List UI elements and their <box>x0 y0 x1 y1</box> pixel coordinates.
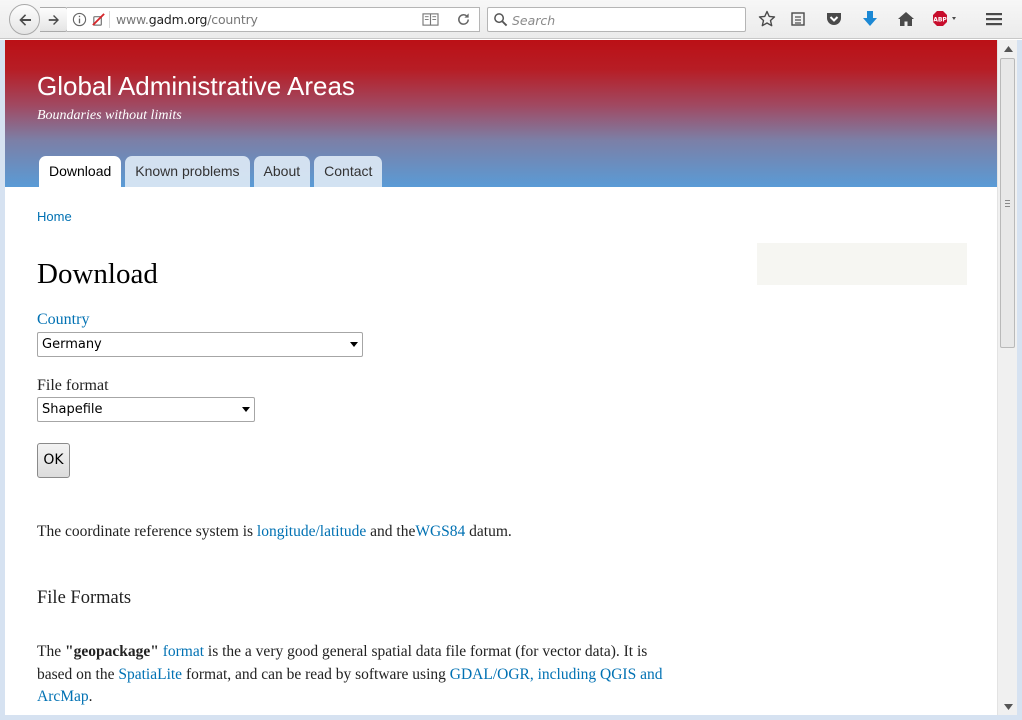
download-arrow-icon <box>863 11 877 26</box>
bookmarks-list-icon <box>791 12 805 26</box>
scroll-up-button[interactable] <box>998 40 1018 57</box>
crs-text-2: and the <box>366 523 416 540</box>
back-button[interactable] <box>9 4 40 35</box>
spatialite-link[interactable]: SpatiaLite <box>118 666 182 683</box>
info-icon[interactable] <box>72 12 87 27</box>
window-frame-bottom <box>0 715 1022 720</box>
arrow-left-icon <box>18 13 31 26</box>
breadcrumb-home-link[interactable]: Home <box>37 209 72 224</box>
geopackage-text-1: The <box>37 643 65 660</box>
reader-view-icon[interactable] <box>422 12 439 27</box>
geopackage-bold: "geopackage" <box>64 643 159 660</box>
star-icon <box>758 10 776 27</box>
geopackage-text-5: . <box>88 688 93 705</box>
url-domain: gadm.org <box>148 12 208 27</box>
longitude-latitude-link[interactable]: longitude/latitude <box>257 523 366 540</box>
scrollbar-grip <box>1005 200 1010 207</box>
dropdown-arrow-icon <box>242 407 250 412</box>
geopackage-text-2: is the a very good general spatial data … <box>204 643 648 660</box>
ok-button[interactable]: OK <box>37 443 70 478</box>
file-formats-heading: File Formats <box>37 588 132 608</box>
site-header: Global Administrative Areas Boundaries w… <box>5 40 997 187</box>
geopackage-text-3: based on the <box>37 665 119 683</box>
main-menu-button[interactable] <box>982 8 1006 30</box>
forward-button[interactable] <box>40 7 68 32</box>
url-prefix: www. <box>116 12 149 27</box>
window-frame-right <box>1017 40 1022 720</box>
geopackage-text-4: format, and can be read by software usin… <box>182 665 450 683</box>
geopackage-paragraph: The "geopackage" format is the a very go… <box>37 641 717 709</box>
tracking-shield-icon[interactable] <box>91 12 106 27</box>
wgs84-link[interactable]: WGS84 <box>415 523 465 540</box>
tab-download[interactable]: Download <box>39 156 122 187</box>
hamburger-menu-icon <box>986 13 1002 26</box>
search-input[interactable] <box>512 11 737 29</box>
search-icon <box>494 13 508 27</box>
vertical-scrollbar[interactable] <box>997 40 1017 715</box>
crs-paragraph: The coordinate reference system is longi… <box>37 521 512 544</box>
url-text[interactable]: www.gadm.org/country <box>116 12 258 27</box>
url-path: /country <box>207 12 258 27</box>
home-icon <box>898 12 914 26</box>
tab-contact[interactable]: Contact <box>314 156 383 187</box>
arrow-right-icon <box>48 14 59 25</box>
page-viewport: Global Administrative Areas Boundaries w… <box>5 40 997 715</box>
tab-about[interactable]: About <box>253 156 311 187</box>
arcmap-link[interactable]: ArcMap <box>37 688 89 705</box>
home-button[interactable] <box>894 8 918 30</box>
pocket-button[interactable] <box>822 8 846 30</box>
bookmark-star-button[interactable] <box>755 8 779 30</box>
dropdown-arrow-icon <box>350 342 358 347</box>
svg-text:ABP: ABP <box>933 17 947 24</box>
scroll-down-arrow-icon <box>1003 703 1013 710</box>
site-slogan: Boundaries without limits <box>37 108 182 123</box>
sidebar-block <box>757 243 967 285</box>
tab-known-problems[interactable]: Known problems <box>125 156 250 187</box>
file-format-select[interactable]: Shapefile <box>37 397 255 422</box>
crs-text-1: The coordinate reference system is <box>37 523 257 540</box>
downloads-button[interactable] <box>858 8 882 30</box>
search-bar[interactable] <box>487 7 746 32</box>
file-format-select-value: Shapefile <box>42 402 103 417</box>
primary-tabs: Download Known problems About Contact <box>39 156 383 187</box>
url-separator <box>109 11 110 28</box>
gdal-ogr-link[interactable]: GDAL/OGR, including QGIS and <box>450 666 663 683</box>
country-label: Country <box>37 311 90 328</box>
reload-icon[interactable] <box>456 12 471 27</box>
scroll-down-button[interactable] <box>998 698 1018 715</box>
url-bar[interactable]: www.gadm.org/country <box>67 7 480 32</box>
format-link[interactable]: format <box>163 643 204 660</box>
country-select[interactable]: Germany <box>37 332 363 357</box>
scrollbar-thumb[interactable] <box>1000 58 1015 348</box>
scroll-up-arrow-icon <box>1003 45 1013 52</box>
adblock-plus-icon: ABP <box>933 11 956 26</box>
bookmarks-menu-button[interactable] <box>786 8 810 30</box>
pocket-icon <box>827 13 841 25</box>
site-title[interactable]: Global Administrative Areas <box>37 71 355 102</box>
crs-text-3: datum. <box>465 523 512 540</box>
country-select-value: Germany <box>42 337 102 352</box>
adblock-plus-button[interactable]: ABP <box>930 8 962 30</box>
browser-toolbar: www.gadm.org/country Search ABP <box>0 0 1022 39</box>
page-title: Download <box>37 258 158 290</box>
file-format-label: File format <box>37 377 109 394</box>
